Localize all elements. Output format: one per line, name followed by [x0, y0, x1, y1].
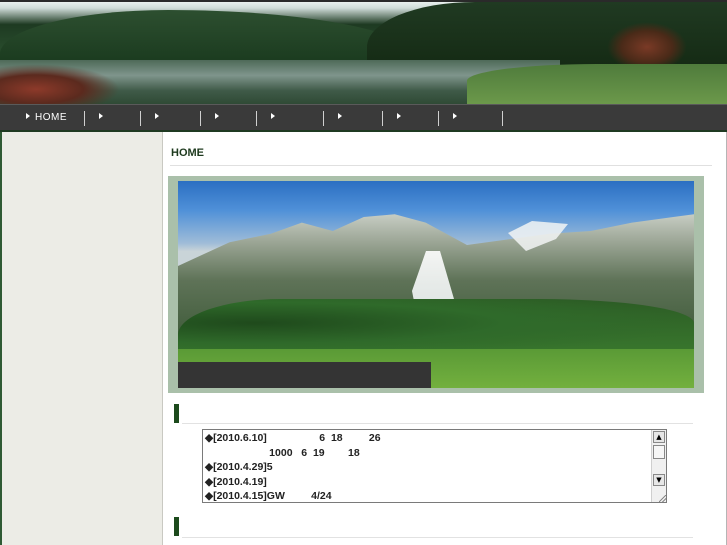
news-heading-marker	[174, 404, 179, 423]
photo-caption-box	[178, 362, 431, 388]
nav-item-home[interactable]: HOME	[26, 105, 67, 131]
title-divider	[170, 165, 712, 166]
section-heading-marker	[174, 517, 179, 536]
nav-separator	[323, 111, 324, 126]
nav-item-7[interactable]	[397, 105, 406, 131]
triangle-right-icon	[271, 113, 275, 119]
news-textarea[interactable]: ◆[2010.6.10] 6 18 26 1000 6 19 18 ◆[2010…	[202, 429, 667, 503]
news-line: ◆[2010.4.15]GW 4/24	[205, 490, 332, 502]
triangle-right-icon	[155, 113, 159, 119]
nav-separator	[84, 111, 85, 126]
news-line: ◆[2010.4.29]5	[205, 461, 273, 473]
nav-separator	[382, 111, 383, 126]
triangle-right-icon	[397, 113, 401, 119]
nav-item-8[interactable]	[453, 105, 462, 131]
nav-separator	[140, 111, 141, 126]
page-title: HOME	[171, 147, 204, 159]
news-scrollbar[interactable]: ▲ ▼	[651, 430, 666, 502]
news-list: ◆[2010.6.10] 6 18 26 1000 6 19 18 ◆[2010…	[205, 431, 651, 502]
left-sidebar	[0, 132, 163, 545]
triangle-right-icon	[338, 113, 342, 119]
nav-separator	[502, 111, 503, 126]
nav-item-6[interactable]	[338, 105, 347, 131]
news-line: ◆[2010.4.19]	[205, 475, 267, 488]
nav-item-2[interactable]	[99, 105, 108, 131]
banner-autumn-leaves	[0, 64, 120, 104]
scroll-down-button[interactable]: ▼	[653, 474, 665, 486]
section-heading-divider	[182, 537, 693, 538]
news-line: 1000 6 19 18	[205, 446, 360, 459]
resize-grip-icon[interactable]	[659, 495, 666, 502]
nav-separator	[256, 111, 257, 126]
triangle-right-icon	[215, 113, 219, 119]
scroll-thumb[interactable]	[653, 445, 665, 459]
nav-separator	[200, 111, 201, 126]
triangle-right-icon	[26, 113, 30, 119]
banner-forest-left	[0, 10, 420, 65]
banner-meadow	[467, 64, 727, 104]
hero-mountain-photo	[178, 181, 694, 388]
nav-item-4[interactable]	[215, 105, 224, 131]
news-heading-divider	[182, 423, 693, 424]
header-banner	[0, 0, 727, 104]
scroll-up-button[interactable]: ▲	[653, 431, 665, 443]
news-line: ◆[2010.6.10] 6 18 26	[205, 432, 381, 444]
nav-item-3[interactable]	[155, 105, 164, 131]
triangle-right-icon	[453, 113, 457, 119]
nav-separator	[438, 111, 439, 126]
page-left-border	[0, 132, 2, 545]
triangle-right-icon	[99, 113, 103, 119]
main-nav: HOME	[0, 104, 727, 132]
nav-item-5[interactable]	[271, 105, 280, 131]
nav-item-label: HOME	[35, 112, 67, 123]
